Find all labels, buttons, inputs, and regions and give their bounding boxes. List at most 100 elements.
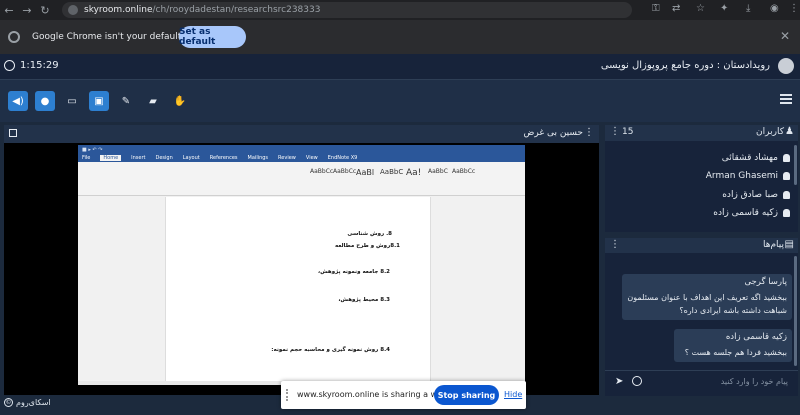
- word-ribbon-tabs: File Home Insert Design Layout Reference…: [78, 154, 525, 162]
- users-title: کاربران: [756, 127, 784, 137]
- word-tab: Review: [278, 155, 296, 161]
- menu-icon[interactable]: ⋮: [789, 3, 799, 14]
- user-name: صبا صادق زاده: [722, 190, 778, 200]
- translate-icon[interactable]: ⇄: [672, 3, 680, 14]
- microphone-icon: ●: [40, 95, 50, 107]
- raise-hand-button[interactable]: ✋: [170, 91, 190, 111]
- word-tab: Home: [100, 155, 122, 161]
- document-page: 8. روش شناسی 8.1روش و طرح مطالعه 8.2 جام…: [165, 197, 431, 385]
- reload-icon[interactable]: ↻: [36, 4, 54, 17]
- address-bar[interactable]: skyroom.online /ch/rooydadestan/research…: [62, 2, 632, 18]
- files-button[interactable]: ▰: [143, 91, 163, 111]
- site-info-icon[interactable]: [68, 5, 78, 15]
- message-text: ببخشید اگه تعریف این اهداف با عنوان مسئل…: [627, 293, 787, 315]
- default-browser-infobar: Google Chrome isn't your default browser…: [0, 20, 800, 54]
- chat-icon: ▤: [784, 239, 794, 250]
- brand-text: اسکای‌روم: [16, 398, 51, 407]
- avatar[interactable]: [778, 58, 794, 74]
- document-line: 8.3 محیط پژوهش،: [338, 297, 390, 303]
- star-icon[interactable]: ☆: [696, 3, 705, 14]
- send-icon[interactable]: ➤: [615, 376, 623, 387]
- word-tab: Design: [155, 155, 173, 161]
- sharing-notification-bar: www.skyroom.online is sharing a window. …: [281, 381, 526, 409]
- room-title: رویدادستان : دوره جامع پروپوزال نویسی: [600, 60, 770, 71]
- downloads-icon[interactable]: ⤓: [746, 3, 750, 14]
- room-header: 1:15:29 رویدادستان : دوره جامع پروپوزال …: [0, 54, 800, 80]
- user-item[interactable]: صبا صادق زاده: [722, 190, 790, 200]
- chat-scrollbar[interactable]: [794, 256, 797, 366]
- screen-share-icon: ▣: [94, 95, 104, 107]
- speaker-button[interactable]: ◀): [8, 91, 28, 111]
- user-item[interactable]: Arman Ghasemi: [706, 171, 790, 181]
- key-icon[interactable]: ⚿: [652, 3, 660, 14]
- word-ribbon: AaBbCc AaBbCc AaBl AaBbC Aa! AaBbC AaBbC…: [78, 162, 525, 196]
- profile-icon[interactable]: ◉: [770, 3, 779, 14]
- user-icon: [783, 172, 790, 180]
- user-name: Arman Ghasemi: [705, 171, 778, 181]
- chat-input-row: ➤ پیام خود را وارد کنید: [605, 370, 798, 392]
- back-icon[interactable]: ←: [0, 4, 18, 17]
- url-path: /ch/rooydadestan/researchsrc238333: [152, 5, 321, 15]
- word-tab: Insert: [131, 155, 146, 161]
- chrome-icon: [8, 31, 20, 43]
- close-icon[interactable]: ✕: [780, 29, 790, 43]
- chat-title: پیام‌ها: [762, 240, 784, 250]
- drag-handle-icon[interactable]: [286, 389, 290, 401]
- stop-sharing-button[interactable]: Stop sharing: [434, 385, 499, 405]
- extensions-icon[interactable]: ✦: [720, 3, 728, 14]
- message-author: پارسا گرجی: [744, 277, 787, 287]
- user-item[interactable]: مهشاد قشقائی: [722, 153, 790, 163]
- timer-text: 1:15:29: [20, 60, 59, 71]
- camera-button[interactable]: ▭: [62, 91, 82, 111]
- user-icon: [783, 209, 790, 217]
- emoji-icon[interactable]: [632, 376, 642, 386]
- shared-document-window: ■ ▸ ↶ ↷ File Home Insert Design Layout R…: [78, 145, 525, 385]
- clock-icon: [4, 60, 15, 71]
- copyright-icon: ©: [4, 398, 13, 407]
- user-name: مهشاد قشقائی: [721, 153, 778, 163]
- word-tab: Layout: [182, 155, 200, 161]
- forward-icon[interactable]: →: [18, 4, 36, 17]
- expand-icon[interactable]: [9, 129, 17, 137]
- more-options-icon[interactable]: ⋮: [584, 127, 594, 138]
- chat-message: زکیه قاسمی زاده ببخشید فردا هم جلسه هست …: [674, 329, 792, 362]
- more-options-icon[interactable]: ⋮: [610, 126, 620, 137]
- user-icon: [783, 191, 790, 199]
- document-line: 8.2 جامعه ونمونه پژوهش،: [318, 269, 390, 275]
- user-item[interactable]: زکیه قاسمی زاده: [713, 208, 790, 218]
- browser-toolbar: ← → ↻ skyroom.online /ch/rooydadestan/re…: [0, 0, 800, 20]
- hamburger-menu-icon[interactable]: [780, 94, 792, 104]
- room-toolbar: ◀) ● ▭ ▣ ✎ ▰ ✋: [0, 80, 800, 122]
- presenter-name: حسین بی غرض: [523, 128, 583, 138]
- chat-panel-header: ⋮ پیام‌ها ▤: [605, 238, 798, 253]
- style-swatch: AaBbCc: [310, 168, 334, 175]
- brush-icon: ✎: [121, 95, 131, 107]
- style-swatch: AaBbC: [380, 168, 404, 176]
- footer-brand: © اسکای‌روم: [4, 398, 51, 407]
- url-host: skyroom.online: [84, 5, 153, 15]
- word-tab: References: [209, 155, 238, 161]
- document-line: 8.1روش و طرح مطالعه: [335, 243, 400, 249]
- screen-share-button[interactable]: ▣: [89, 91, 109, 111]
- video-panel-header: حسین بی غرض ⋮: [4, 125, 599, 143]
- users-count: 15: [622, 127, 634, 137]
- hide-link[interactable]: Hide: [504, 390, 522, 399]
- chat-message: پارسا گرجی ببخشید اگه تعریف این اهداف با…: [622, 274, 792, 320]
- user-icon: ♟: [785, 126, 794, 137]
- camera-off-icon: ▭: [67, 95, 77, 107]
- word-tab: Mailings: [247, 155, 269, 161]
- session-timer: 1:15:29: [4, 60, 59, 71]
- users-scrollbar[interactable]: [794, 145, 797, 185]
- word-tab: EndNote X9: [327, 155, 358, 161]
- word-titlebar: ■ ▸ ↶ ↷: [78, 145, 525, 154]
- set-default-button[interactable]: Set as default: [179, 26, 246, 48]
- style-swatch: AaBl: [356, 168, 375, 177]
- microphone-button[interactable]: ●: [35, 91, 55, 111]
- word-tab: File: [82, 155, 91, 161]
- hand-icon: ✋: [173, 95, 187, 107]
- document-line: 8. روش شناسی: [347, 231, 392, 237]
- chat-input[interactable]: پیام خود را وارد کنید: [721, 377, 788, 386]
- users-panel: مهشاد قشقائی Arman Ghasemi صبا صادق زاده…: [605, 125, 798, 232]
- whiteboard-button[interactable]: ✎: [116, 91, 136, 111]
- more-options-icon[interactable]: ⋮: [610, 239, 620, 250]
